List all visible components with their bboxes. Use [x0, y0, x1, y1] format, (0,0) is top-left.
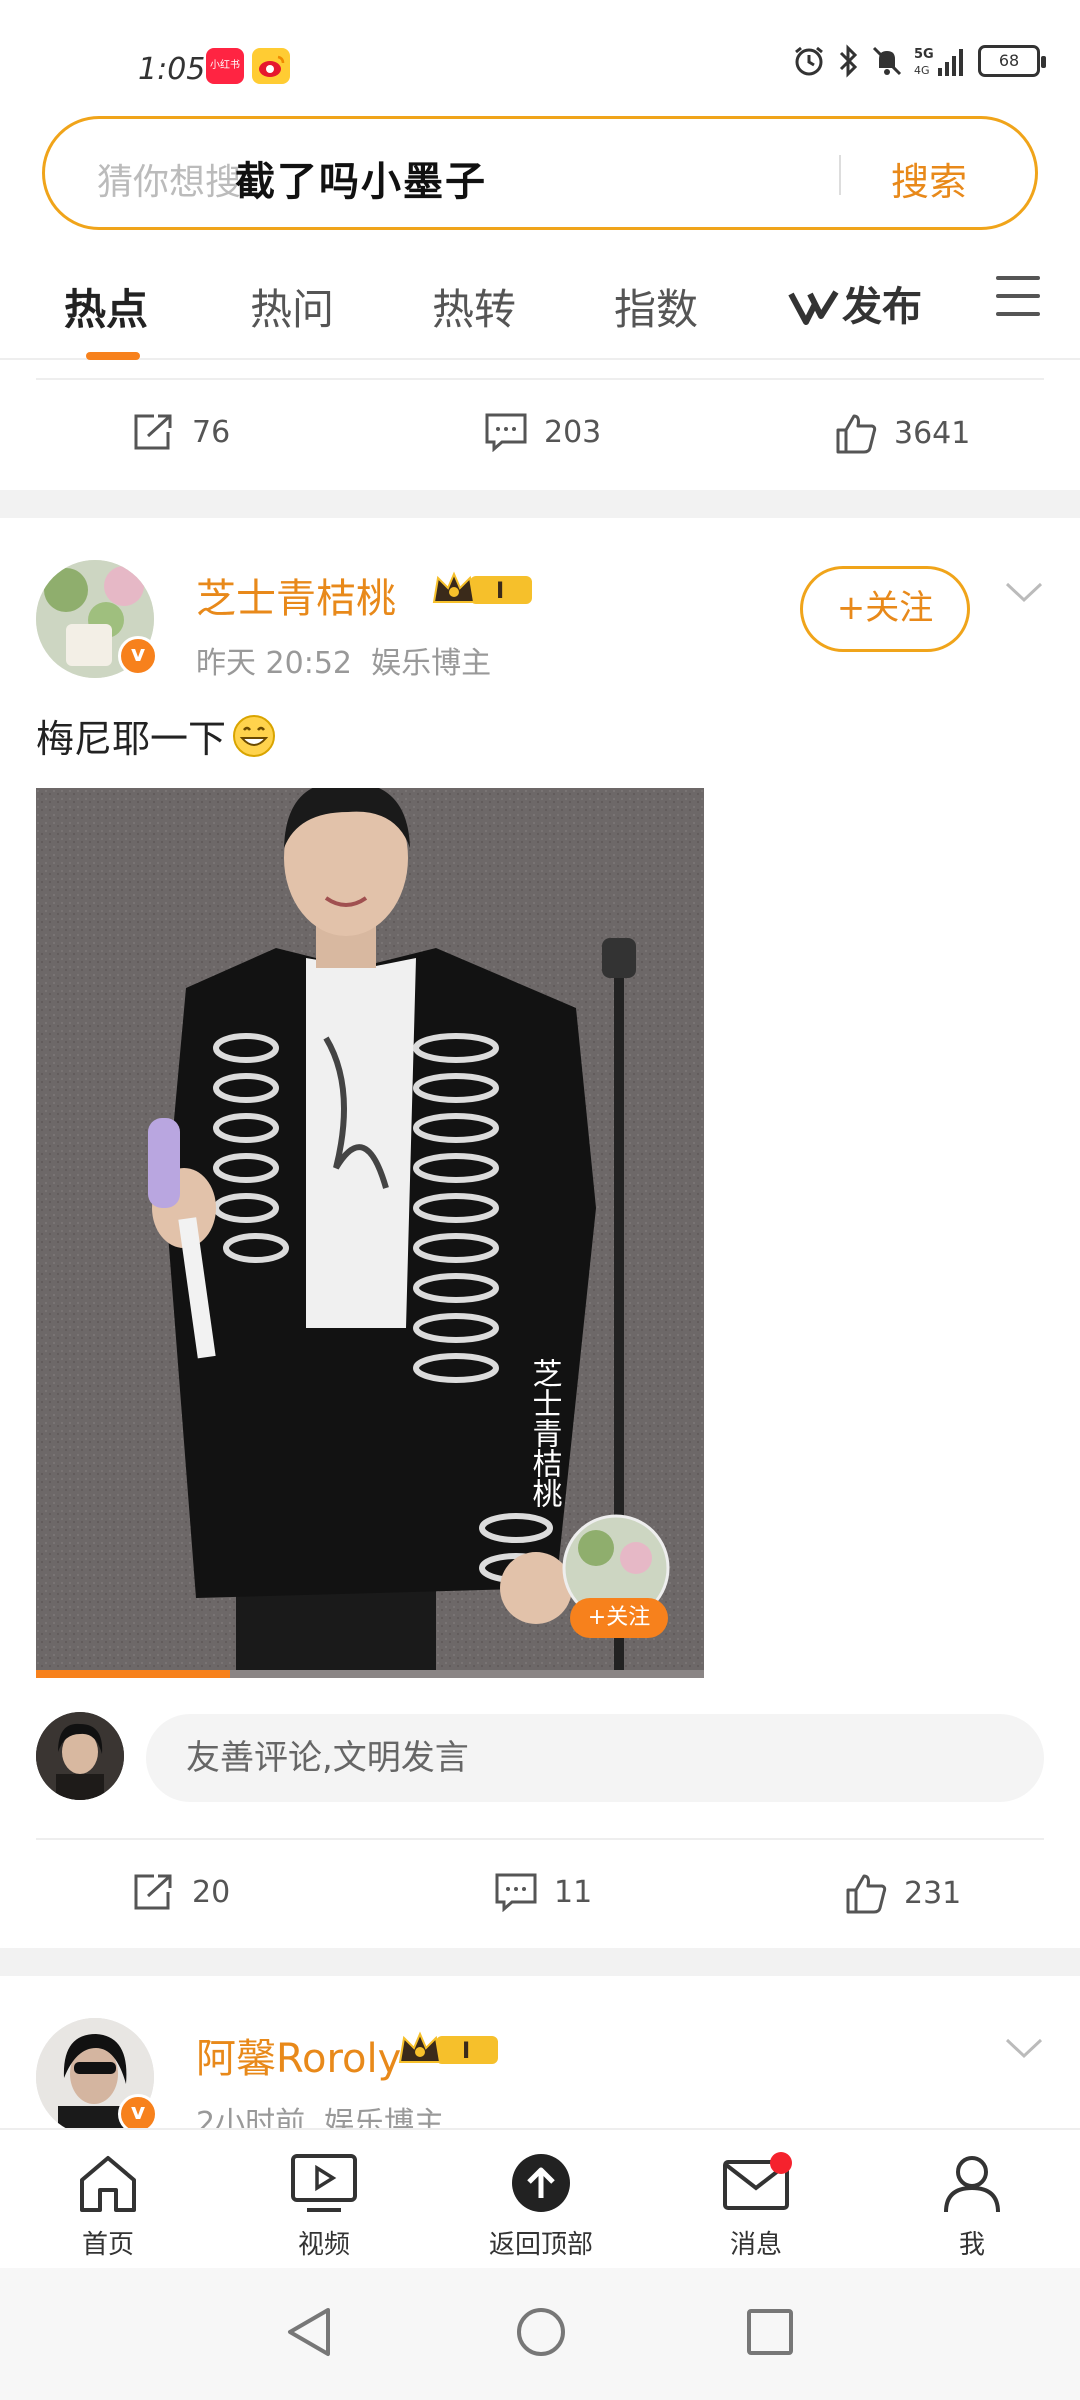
comment-count: 203	[544, 414, 602, 450]
chevron-down-icon[interactable]	[1004, 580, 1044, 606]
recent-apps-square-icon[interactable]	[744, 2304, 796, 2360]
tab-hot-questions[interactable]: 热问	[250, 276, 334, 337]
repost-button[interactable]: 76	[132, 412, 230, 452]
search-overlay-text: 截了吗小墨子	[235, 159, 487, 205]
repost-count: 20	[192, 1874, 231, 1910]
vip-badge-icon: I	[432, 571, 532, 604]
follow-button[interactable]: +关注	[800, 566, 970, 652]
publish-logo-icon	[788, 290, 839, 325]
photo-follow-button[interactable]: +关注	[570, 1598, 668, 1638]
my-avatar[interactable]	[36, 1712, 124, 1800]
thumbs-up-icon	[846, 1874, 887, 1914]
nav-messages-label: 消息	[729, 2230, 782, 2260]
tab-index[interactable]: 指数	[614, 276, 698, 337]
alarm-icon	[795, 46, 823, 76]
comment-button[interactable]: 11	[494, 1872, 592, 1912]
system-nav-bar	[0, 2268, 1080, 2400]
prev-post-actions: 76 203 3641	[0, 382, 1080, 492]
nav-home-label: 首页	[81, 2230, 134, 2260]
search-bar[interactable]: 猜你想搜 截了吗小墨子 搜索	[42, 116, 1038, 230]
profile-icon	[944, 2156, 1000, 2213]
back-to-top-icon	[512, 2154, 570, 2212]
vip-level: I	[496, 579, 504, 604]
xiaohongshu-app-icon: 小红书	[206, 48, 244, 84]
username[interactable]: 芝士青桔桃	[196, 566, 396, 624]
section-separator	[0, 1948, 1080, 1976]
photo-watermark: 芝士青桔桃	[527, 1358, 563, 1508]
repost-icon	[134, 1874, 172, 1910]
signal-5g-icon: 5G4G	[914, 47, 963, 77]
tab-hot-reposts[interactable]: 热转	[432, 276, 516, 337]
grin-emoji-icon	[233, 714, 276, 757]
post-time: 昨天 20:52 娱乐博主	[196, 638, 491, 682]
comment-count: 11	[554, 1874, 593, 1910]
comment-icon	[485, 413, 527, 452]
menu-icon[interactable]	[996, 276, 1040, 316]
battery-icon: 68	[978, 45, 1046, 77]
like-count: 231	[904, 1875, 962, 1911]
home-icon	[80, 2156, 136, 2212]
search-divider	[839, 155, 841, 195]
comment-button[interactable]: 203	[484, 412, 601, 452]
nav-profile[interactable]: 我	[912, 2152, 1032, 2261]
status-bar: 1:05 小红书 5G 4G 68	[0, 0, 1080, 110]
svg-text:4G: 4G	[914, 64, 930, 77]
tab-bar: 热点 热问 热转 指数 发布	[0, 240, 1080, 360]
vip-level: I	[462, 2039, 470, 2064]
thumbs-up-icon	[836, 414, 877, 454]
tab-active-indicator	[86, 352, 140, 360]
section-separator	[0, 490, 1080, 518]
svg-text:5G: 5G	[914, 47, 934, 62]
nav-messages[interactable]: 消息	[696, 2152, 816, 2261]
post-time-text: 昨天 20:52	[196, 646, 352, 681]
notification-dot	[770, 2152, 792, 2174]
nav-back-to-top[interactable]: 返回顶部	[480, 2152, 602, 2261]
post-role: 娱乐博主	[371, 646, 492, 681]
status-time: 1:05	[138, 52, 206, 87]
bluetooth-icon	[839, 44, 858, 78]
mute-icon	[872, 46, 902, 76]
bottom-nav: 首页 视频 返回顶部 消息 我	[0, 2128, 1080, 2268]
repost-button[interactable]: 20	[132, 1872, 230, 1912]
post-text-content: 梅尼耶一下	[36, 717, 227, 761]
photo-progress-fill	[36, 1670, 230, 1678]
vip-badge-icon: I	[398, 2031, 498, 2064]
nav-video[interactable]: 视频	[264, 2152, 384, 2261]
publish-label: 发布	[842, 284, 922, 330]
chevron-down-icon[interactable]	[1004, 2036, 1044, 2062]
like-button[interactable]: 231	[844, 1872, 961, 1914]
comment-icon	[495, 1873, 537, 1912]
photo-illustration: 芝士青桔桃	[36, 788, 704, 1678]
search-button[interactable]: 搜索	[891, 151, 967, 206]
back-triangle-icon[interactable]	[284, 2304, 334, 2360]
search-placeholder: 猜你想搜	[97, 162, 242, 203]
divider	[36, 1838, 1044, 1840]
verified-badge-icon: v	[118, 636, 158, 676]
like-button[interactable]: 3641	[834, 412, 970, 454]
video-icon	[291, 2154, 357, 2212]
post1-actions: 20 11 231	[0, 1842, 1080, 1952]
photo-progress-bar	[36, 1670, 704, 1678]
nav-back-to-top-label: 返回顶部	[488, 2230, 593, 2260]
home-circle-icon[interactable]	[514, 2304, 568, 2360]
nav-home[interactable]: 首页	[48, 2152, 168, 2261]
comment-input[interactable]: 友善评论,文明发言	[146, 1714, 1044, 1802]
tab-hot[interactable]: 热点	[64, 276, 148, 337]
weibo-app-icon	[252, 48, 290, 84]
divider	[36, 378, 1044, 380]
post-text: 梅尼耶一下	[36, 708, 276, 763]
repost-icon	[134, 414, 172, 450]
watermark-text: 芝士青桔桃	[527, 1358, 563, 1508]
like-count: 3641	[894, 415, 971, 451]
nav-profile-label: 我	[958, 2230, 985, 2260]
username[interactable]: 阿馨Roroly	[196, 2026, 401, 2084]
repost-count: 76	[192, 414, 231, 450]
post-photo[interactable]: 芝士青桔桃 +关注	[36, 788, 704, 1678]
nav-video-label: 视频	[297, 2230, 350, 2260]
publish-button[interactable]: 发布	[788, 274, 922, 332]
